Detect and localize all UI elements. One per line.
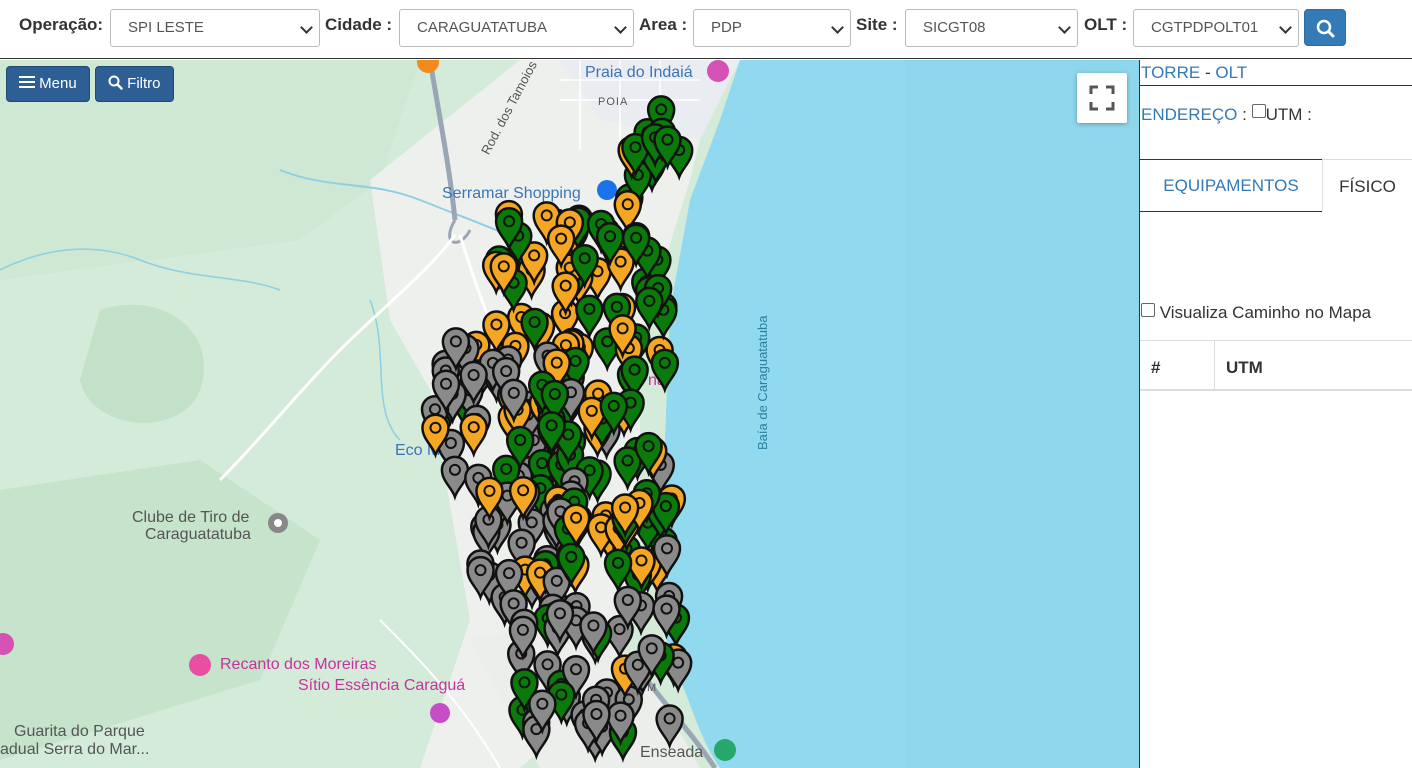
cidade-value: CARAGUATATUBA bbox=[417, 19, 548, 36]
site-label: Site : bbox=[856, 15, 898, 34]
olt-link[interactable]: OLT bbox=[1215, 63, 1247, 82]
chevron-down-icon bbox=[300, 21, 313, 34]
chevron-down-icon bbox=[1279, 21, 1292, 34]
chevron-down-icon bbox=[614, 21, 627, 34]
side-panel: TORRE - OLT ENDEREÇO : UTM : EQUIPAMENTO… bbox=[1139, 60, 1412, 768]
search-icon bbox=[1316, 19, 1335, 38]
olt-label: OLT : bbox=[1084, 15, 1128, 34]
cidade-select[interactable]: CARAGUATATUBA bbox=[399, 9, 634, 47]
fullscreen-button[interactable] bbox=[1077, 73, 1127, 123]
tab-equipamentos[interactable]: EQUIPAMENTOS bbox=[1140, 159, 1322, 212]
table-header-hash: # bbox=[1151, 358, 1161, 377]
chevron-down-icon bbox=[1058, 21, 1071, 34]
marker-layer bbox=[420, 95, 694, 764]
utm-table-header: # UTM bbox=[1140, 340, 1412, 391]
menu-button[interactable]: Menu bbox=[6, 66, 90, 102]
table-header-utm: UTM bbox=[1226, 358, 1263, 377]
caminho-label: Visualiza Caminho no Mapa bbox=[1159, 303, 1372, 322]
divider bbox=[1140, 85, 1412, 86]
site-select[interactable]: SICGT08 bbox=[905, 9, 1078, 47]
cidade-label: Cidade : bbox=[325, 15, 393, 34]
caminho-row: Visualiza Caminho no Mapa bbox=[1141, 303, 1371, 323]
utm-label: UTM : bbox=[1265, 105, 1312, 124]
endereco-label: ENDEREÇO bbox=[1141, 105, 1238, 124]
search-icon bbox=[108, 75, 123, 90]
filtro-button[interactable]: Filtro bbox=[95, 66, 174, 102]
tab-fisico[interactable]: FÍSICO bbox=[1322, 159, 1412, 212]
operacao-select[interactable]: SPI LESTE bbox=[110, 9, 320, 47]
area-label: Area : bbox=[639, 15, 688, 34]
endereco-line: ENDEREÇO : UTM : bbox=[1141, 104, 1312, 125]
torre-olt-line: TORRE - OLT bbox=[1141, 63, 1247, 83]
endereco-colon: : bbox=[1242, 105, 1247, 124]
map-marker-icon[interactable] bbox=[440, 455, 470, 501]
operacao-label: Operação: bbox=[19, 15, 104, 34]
olt-select[interactable]: CGTPDPOLT01 bbox=[1133, 9, 1299, 47]
map-marker-icon[interactable] bbox=[650, 348, 680, 394]
site-value: SICGT08 bbox=[923, 19, 986, 36]
utm-checkbox[interactable] bbox=[1251, 104, 1266, 118]
search-button[interactable] bbox=[1304, 9, 1346, 46]
area-value: PDP bbox=[711, 19, 742, 36]
panel-tabs: EQUIPAMENTOS FÍSICO bbox=[1140, 159, 1412, 212]
table-header-divider bbox=[1214, 341, 1215, 390]
map-marker-icon[interactable] bbox=[459, 412, 488, 459]
operacao-value: SPI LESTE bbox=[128, 19, 204, 36]
area-select[interactable]: PDP bbox=[693, 9, 851, 47]
menu-icon bbox=[19, 76, 35, 88]
fullscreen-icon bbox=[1089, 85, 1115, 111]
torre-olt-separator: - bbox=[1204, 63, 1211, 82]
filter-bar: Operação: SPI LESTE Cidade : CARAGUATATU… bbox=[0, 0, 1412, 59]
olt-value: CGTPDPOLT01 bbox=[1151, 19, 1259, 36]
menu-button-label: Menu bbox=[39, 75, 77, 92]
map-marker-icon[interactable] bbox=[655, 704, 684, 750]
caminho-checkbox[interactable] bbox=[1141, 303, 1155, 317]
filtro-button-label: Filtro bbox=[127, 75, 161, 92]
chevron-down-icon bbox=[831, 21, 844, 34]
torre-link[interactable]: TORRE bbox=[1141, 63, 1200, 82]
map-view[interactable]: Praia do Indaiá POIA Rod. dos Tamoios Se… bbox=[0, 60, 1139, 768]
